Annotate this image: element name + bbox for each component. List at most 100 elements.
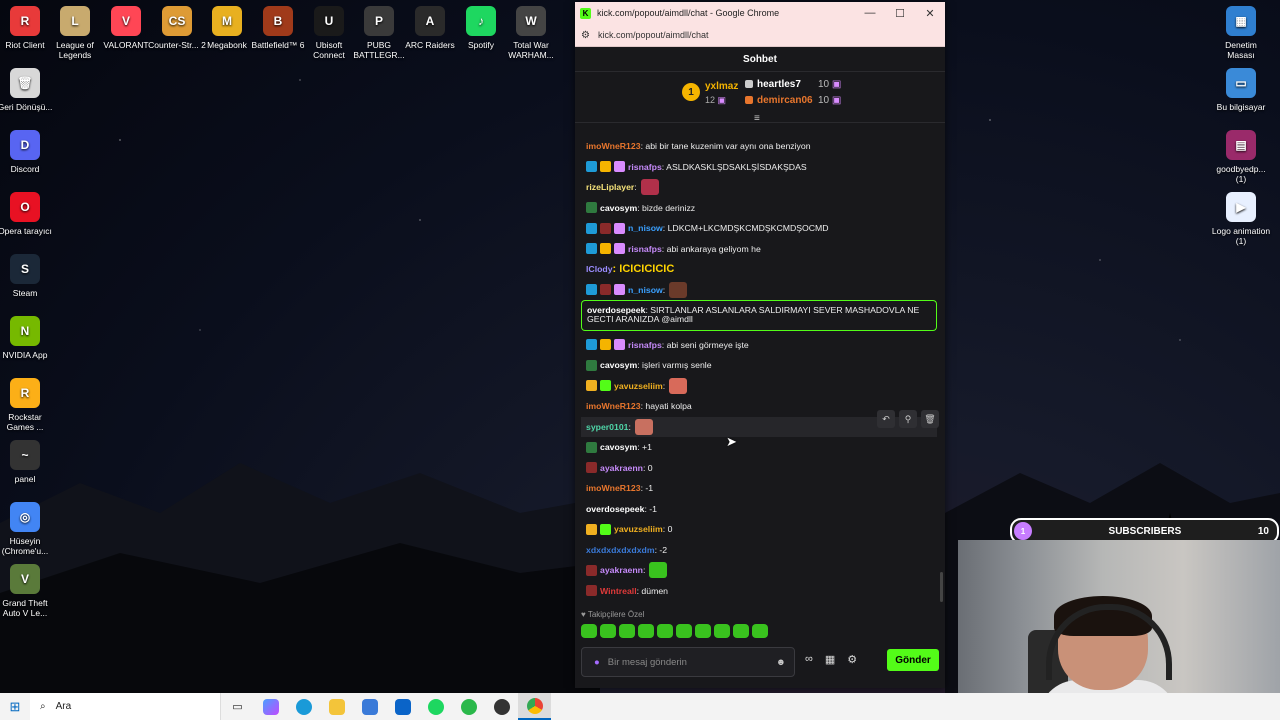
chat-message[interactable]: lClody: ІCICICICIC [581, 259, 937, 279]
chat-username[interactable]: ayakraenn [600, 565, 643, 575]
reply-icon[interactable]: ↶ [877, 410, 895, 428]
file-explorer-icon[interactable] [320, 693, 353, 720]
chat-message[interactable]: xdxdxdxdxdxdm: -2 [581, 540, 937, 560]
store-icon[interactable]: ▦ [825, 653, 835, 666]
chat-username[interactable]: rizeLiplayer [586, 182, 634, 192]
emote-icon[interactable] [657, 624, 673, 638]
desktop-icon-left_icons-1[interactable]: 🗑 Geri Dönüşü... [0, 68, 55, 112]
chat-message[interactable]: cavosym: işleri varmış senle [581, 355, 937, 375]
chat-message[interactable]: n_nisow: [581, 280, 937, 300]
chat-username[interactable]: risnafps [628, 162, 662, 172]
task-view-icon[interactable]: ▭ [221, 693, 254, 720]
chat-message[interactable]: risnafps: abi seni görmeye işte [581, 335, 937, 355]
chat-message[interactable]: cavosym: bizde derinizz [581, 198, 937, 218]
desktop-icon-left_icons-4[interactable]: S Steam [0, 254, 55, 298]
telegram-icon[interactable] [452, 693, 485, 720]
emote-icon[interactable] [733, 624, 749, 638]
spotify-taskbar-icon[interactable] [419, 693, 452, 720]
address-bar[interactable]: ⚙ kick.com/popout/aimdll/chat [575, 24, 945, 47]
chat-message[interactable]: risnafps: abi ankaraya geliyom he [581, 239, 937, 259]
maximize-icon[interactable]: ☐ [885, 7, 915, 20]
chat-message[interactable]: overdosepeek: -1 [581, 499, 937, 519]
chat-message[interactable]: yavuzseliim: [581, 376, 937, 396]
chat-input-placeholder[interactable]: Bir mesaj gönderin [608, 657, 776, 668]
chat-username[interactable]: lClody [586, 264, 613, 274]
settings-gear-icon[interactable]: ⚙ [847, 653, 857, 666]
chat-username[interactable]: imoWneR123 [586, 141, 641, 151]
chat-message[interactable]: n_nisow: LDKCM+LKCMDŞKCMDŞKCMDŞOCMD [581, 218, 937, 238]
chat-scrollbar[interactable] [940, 572, 943, 602]
site-info-icon[interactable]: ⚙ [581, 30, 590, 41]
users-infinity-icon[interactable]: ∞ [805, 653, 813, 666]
chat-message[interactable]: overdosepeek: SIRTLANLAR ASLANLARA SALDI… [581, 300, 937, 315]
desktop-icon-top_icons-9[interactable]: W Total War WARHAM... [501, 6, 561, 60]
desktop-icon-left_icons-3[interactable]: O Opera tarayıcı [0, 192, 55, 236]
copilot-icon[interactable] [254, 693, 287, 720]
windows-start-icon[interactable]: ⊞ [0, 699, 30, 715]
chat-message[interactable]: ayakraenn: 0 [581, 458, 937, 478]
desktop-icon-right_icons-0[interactable]: ▦ Denetim Masası [1211, 6, 1271, 60]
chat-username[interactable]: imoWneR123 [586, 401, 641, 411]
send-button[interactable]: Gönder [887, 649, 939, 671]
chat-username[interactable]: Wintreall [600, 586, 637, 596]
chat-username[interactable]: cavosym [600, 203, 637, 213]
emote-icon[interactable] [581, 624, 597, 638]
desktop-icon-left_icons-6[interactable]: R Rockstar Games ... [0, 378, 55, 432]
taskbar-search[interactable]: ⌕ Ara [30, 693, 221, 720]
store-app-icon[interactable] [353, 693, 386, 720]
desktop-icon-left_icons-9[interactable]: V Grand Theft Auto V Le... [0, 564, 55, 618]
leaderboard-third-user[interactable]: demircan06 [745, 95, 813, 106]
chat-username[interactable]: risnafps [628, 244, 662, 254]
chat-message[interactable]: ayakraenn: [581, 560, 937, 580]
chat-username[interactable]: syper0101 [586, 422, 629, 432]
emote-icon[interactable] [619, 624, 635, 638]
edge-icon[interactable] [287, 693, 320, 720]
minimize-icon[interactable]: — [855, 7, 885, 19]
desktop-icon-left_icons-2[interactable]: D Discord [0, 130, 55, 174]
desktop-icon-left_icons-5[interactable]: N NVIDIA App [0, 316, 55, 360]
chat-message[interactable]: GECTI ARANIZDA @aimdll [581, 314, 937, 331]
chat-username[interactable]: n_nisow [628, 223, 663, 233]
chat-message[interactable]: imoWneR123: abi bir tane kuzenim var ayn… [581, 136, 937, 156]
desktop-icon-right_icons-2[interactable]: ▤ goodbyedp... (1) [1211, 130, 1271, 184]
desktop-icon-right_icons-1[interactable]: ▭ Bu bilgisayar [1211, 68, 1271, 112]
close-icon[interactable]: ✕ [915, 7, 945, 20]
obs-icon[interactable] [485, 693, 518, 720]
chat-message[interactable]: Wintreall: dümen [581, 581, 937, 601]
pin-icon[interactable]: ⚲ [899, 410, 917, 428]
chat-message[interactable]: yavuzseliim: 0 [581, 519, 937, 539]
chat-username[interactable]: yavuzseliim [614, 381, 663, 391]
emote-icon[interactable] [752, 624, 768, 638]
chat-username[interactable]: xdxdxdxdxdxdm [586, 545, 655, 555]
chat-message[interactable]: risnafps: ASLDKASKLŞDSAKLŞİSDAKŞDAS [581, 157, 937, 177]
leaderboard-first-user[interactable]: yxlmaz [705, 81, 738, 92]
delete-icon[interactable]: 🗑 [921, 410, 939, 428]
chrome-taskbar-icon[interactable] [518, 693, 551, 720]
chat-username[interactable]: cavosym [600, 360, 637, 370]
chat-username[interactable]: ayakraenn [600, 463, 643, 473]
desktop-icon-left_icons-8[interactable]: ◎ Hüseyin (Chrome'u... [0, 502, 55, 556]
emoji-picker-icon[interactable]: ☻ [776, 657, 786, 668]
desktop-icon-left_icons-7[interactable]: ~ panel [0, 440, 55, 484]
chat-username[interactable]: n_nisow [628, 285, 663, 295]
url-text[interactable]: kick.com/popout/aimdll/chat [598, 30, 709, 40]
emote-icon[interactable] [638, 624, 654, 638]
chat-username[interactable]: cavosym [600, 442, 637, 452]
chat-username[interactable]: imoWneR123 [586, 483, 641, 493]
chat-username[interactable]: risnafps [628, 340, 662, 350]
chat-message[interactable]: imoWneR123: -1 [581, 478, 937, 498]
emote-icon[interactable] [695, 624, 711, 638]
leaderboard-second-user[interactable]: heartles7 [745, 79, 801, 90]
emote-icon[interactable] [600, 624, 616, 638]
outlook-icon[interactable] [386, 693, 419, 720]
microphone-icon[interactable]: ● [594, 657, 600, 668]
emote-icon[interactable] [676, 624, 692, 638]
chat-input-box[interactable]: ● Bir mesaj gönderin ☻ [581, 647, 795, 677]
chat-message[interactable]: rizeLiplayer: [581, 177, 937, 197]
desktop-icon-right_icons-3[interactable]: ▶ Logo animation (1) [1211, 192, 1271, 246]
chat-message-list[interactable]: imoWneR123: abi bir tane kuzenim var ayn… [575, 122, 945, 600]
chat-username[interactable]: yavuzseliim [614, 524, 663, 534]
chat-username[interactable]: overdosepeek [586, 504, 644, 514]
window-titlebar[interactable]: K kick.com/popout/aimdll/chat - Google C… [575, 2, 945, 24]
chat-message[interactable]: cavosym: +1 [581, 437, 937, 457]
